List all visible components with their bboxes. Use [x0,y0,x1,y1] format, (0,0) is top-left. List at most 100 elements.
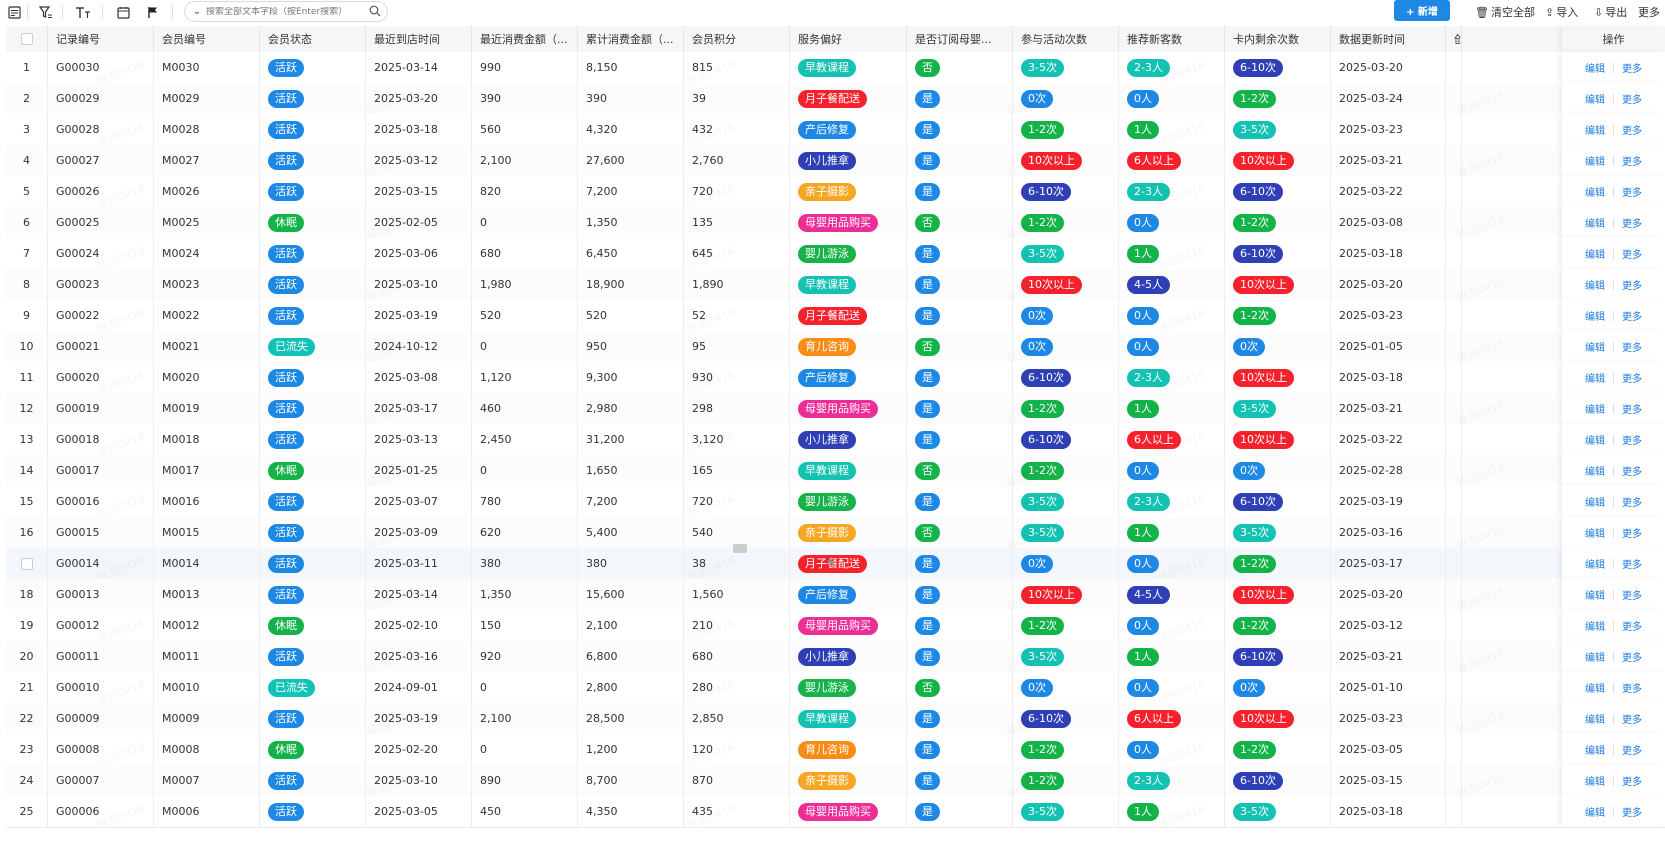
updated-at-cell[interactable]: 2025-03-18 [1331,238,1446,269]
updated-at-cell[interactable]: 2025-03-17 [1331,548,1446,579]
edit-link[interactable]: 编辑 [1585,370,1605,385]
member-id-cell[interactable]: M0030 [154,52,260,83]
member-id-cell[interactable]: M0011 [154,641,260,672]
edit-link[interactable]: 编辑 [1585,308,1605,323]
record-id-cell[interactable]: G00023 [48,269,154,300]
member-status-cell[interactable]: 活跃 [260,269,366,300]
updated-at-cell[interactable]: 2025-03-21 [1331,641,1446,672]
record-id-cell[interactable]: G00006 [48,796,154,827]
more-link[interactable]: 更多 [1622,680,1642,695]
more-link[interactable]: 更多 [1622,246,1642,261]
more-link[interactable]: 更多 [1622,401,1642,416]
import-button[interactable]: ⇪ 导入 [1545,4,1578,20]
member-points-cell[interactable]: 720 [684,176,790,207]
edit-link[interactable]: 编辑 [1585,246,1605,261]
more-link[interactable]: 更多 [1622,556,1642,571]
service-preference-cell[interactable]: 母婴用品购买 [790,207,907,238]
updated-at-cell[interactable]: 2025-03-22 [1331,176,1446,207]
table-row[interactable]: 8 G00023 M0023 活跃 2025-03-10 1,980 18,900 1,890… [6,269,1665,304]
subscribed-cell[interactable]: 是 [907,734,1013,765]
more-link[interactable]: 更多 [1622,525,1642,540]
table-row[interactable]: 19 G00012 M0012 休眠 2025-02-10 150 2,100 210 母婴用品… [6,610,1665,645]
recent-spend-cell[interactable]: 2,100 [472,703,578,734]
edit-link[interactable]: 编辑 [1585,215,1605,230]
total-spend-cell[interactable]: 4,320 [578,114,684,145]
record-id-cell[interactable]: G00012 [48,610,154,641]
edit-link[interactable]: 编辑 [1585,649,1605,664]
updated-at-cell[interactable]: 2025-03-12 [1331,610,1446,641]
recent-spend-cell[interactable]: 520 [472,300,578,331]
recent-spend-cell[interactable]: 780 [472,486,578,517]
total-spend-cell[interactable]: 520 [578,300,684,331]
table-row[interactable]: 16 G00015 M0015 活跃 2025-03-09 620 5,400 540 亲子摄影… [6,517,1665,552]
edit-link[interactable]: 编辑 [1585,711,1605,726]
remaining-card-uses-cell[interactable]: 10次以上 [1225,269,1331,300]
record-id-cell[interactable]: G00026 [48,176,154,207]
remaining-card-uses-cell[interactable]: 6-10次 [1225,486,1331,517]
member-status-cell[interactable]: 活跃 [260,765,366,796]
last-visit-date-cell[interactable]: 2024-10-12 [366,331,472,362]
activity-count-cell[interactable]: 3-5次 [1013,238,1119,269]
remaining-card-uses-cell[interactable]: 0次 [1225,672,1331,703]
member-points-cell[interactable]: 720 [684,486,790,517]
member-status-cell[interactable]: 活跃 [260,641,366,672]
subscribed-cell[interactable]: 是 [907,548,1013,579]
total-spend-cell[interactable]: 390 [578,83,684,114]
member-points-cell[interactable]: 1,560 [684,579,790,610]
member-status-cell[interactable]: 活跃 [260,114,366,145]
last-visit-date-cell[interactable]: 2025-03-14 [366,579,472,610]
referral-count-cell[interactable]: 2-3人 [1119,52,1225,83]
column-header[interactable]: 创 [1446,26,1462,52]
more-link[interactable]: 更多 [1622,494,1642,509]
table-row[interactable]: 5 G00026 M0026 活跃 2025-03-15 820 7,200 720 亲子摄影 是… [6,176,1665,211]
service-preference-cell[interactable]: 小儿推拿 [790,641,907,672]
recent-spend-cell[interactable]: 680 [472,238,578,269]
edit-link[interactable]: 编辑 [1585,463,1605,478]
referral-count-cell[interactable]: 1人 [1119,796,1225,827]
activity-count-cell[interactable]: 0次 [1013,300,1119,331]
subscribed-cell[interactable]: 是 [907,796,1013,827]
edit-link[interactable]: 编辑 [1585,742,1605,757]
last-visit-date-cell[interactable]: 2025-03-11 [366,548,472,579]
more-link[interactable]: 更多 [1622,122,1642,137]
member-id-cell[interactable]: M0027 [154,145,260,176]
updated-at-cell[interactable]: 2025-03-08 [1331,207,1446,238]
subscribed-cell[interactable]: 是 [907,610,1013,641]
referral-count-cell[interactable]: 0人 [1119,734,1225,765]
remaining-card-uses-cell[interactable]: 6-10次 [1225,176,1331,207]
table-row[interactable]: 2 G00029 M0029 活跃 2025-03-20 390 390 39 月子餐配送 是 0次… [6,83,1665,118]
member-id-cell[interactable]: M0015 [154,517,260,548]
referral-count-cell[interactable]: 1人 [1119,238,1225,269]
last-visit-date-cell[interactable]: 2025-03-07 [366,486,472,517]
activity-count-cell[interactable]: 10次以上 [1013,269,1119,300]
remaining-card-uses-cell[interactable]: 6-10次 [1225,52,1331,83]
referral-count-cell[interactable]: 0人 [1119,672,1225,703]
last-visit-date-cell[interactable]: 2025-01-25 [366,455,472,486]
edit-link[interactable]: 编辑 [1585,122,1605,137]
more-link[interactable]: 更多 [1622,60,1642,75]
last-visit-date-cell[interactable]: 2024-09-01 [366,672,472,703]
clear-all-button[interactable]: 🗑 清空全部 [1475,4,1535,20]
updated-at-cell[interactable]: 2025-01-05 [1331,331,1446,362]
edit-link[interactable]: 编辑 [1585,153,1605,168]
activity-count-cell[interactable]: 0次 [1013,672,1119,703]
more-link[interactable]: 更多 [1622,432,1642,447]
service-preference-cell[interactable]: 亲子摄影 [790,176,907,207]
last-visit-date-cell[interactable]: 2025-03-06 [366,238,472,269]
table-row[interactable]: 7 G00024 M0024 活跃 2025-03-06 680 6,450 645 婴儿游泳 是… [6,238,1665,273]
total-spend-cell[interactable]: 15,600 [578,579,684,610]
referral-count-cell[interactable]: 1人 [1119,114,1225,145]
member-id-cell[interactable]: M0024 [154,238,260,269]
recent-spend-cell[interactable]: 460 [472,393,578,424]
member-status-cell[interactable]: 活跃 [260,83,366,114]
table-row[interactable]: 15 G00016 M0016 活跃 2025-03-07 780 7,200 720 婴儿游泳… [6,486,1665,521]
form-icon[interactable] [5,3,23,21]
recent-spend-cell[interactable]: 620 [472,517,578,548]
remaining-card-uses-cell[interactable]: 10次以上 [1225,145,1331,176]
record-id-cell[interactable]: G00020 [48,362,154,393]
service-preference-cell[interactable]: 婴儿游泳 [790,672,907,703]
activity-count-cell[interactable]: 1-2次 [1013,114,1119,145]
last-visit-date-cell[interactable]: 2025-03-17 [366,393,472,424]
member-status-cell[interactable]: 休眠 [260,207,366,238]
table-row[interactable]: 12 G00019 M0019 活跃 2025-03-17 460 2,980 298 母婴用品… [6,393,1665,428]
